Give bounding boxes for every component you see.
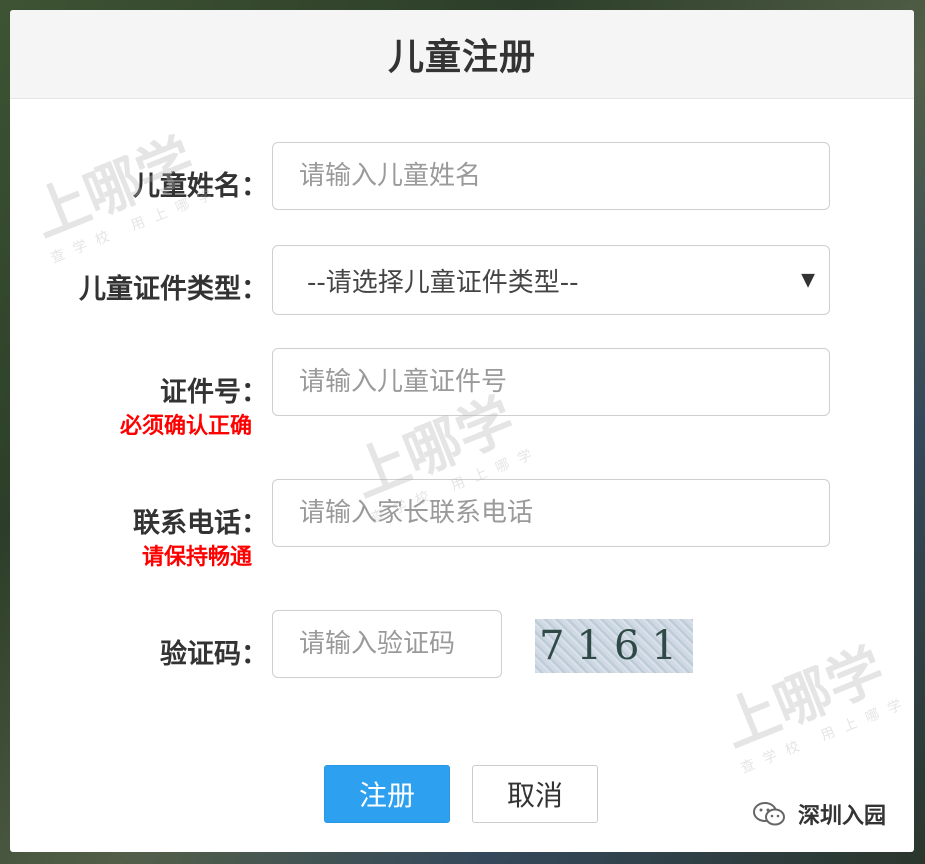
id-number-input[interactable] (272, 348, 830, 416)
chevron-down-icon: ▼ (801, 269, 815, 291)
footer-brand-text: 深圳入园 (797, 804, 886, 829)
watermark-bottom-right: 上哪学 查学校 用上哪学 (713, 636, 914, 777)
modal-header: 儿童注册 (10, 10, 914, 99)
id-type-label: 儿童证件类型： (79, 274, 268, 305)
captcha-input[interactable] (272, 610, 502, 678)
footer-brand: 深圳入园 (752, 798, 886, 830)
phone-label: 联系电话： (133, 508, 268, 539)
captcha-image[interactable]: 7161 (535, 619, 693, 673)
id-number-label: 证件号： (160, 377, 268, 408)
phone-hint: 请保持畅通 (141, 545, 252, 570)
register-button[interactable]: 注册 (324, 765, 450, 823)
cancel-button[interactable]: 取消 (472, 765, 598, 823)
child-name-input[interactable] (272, 142, 830, 210)
id-type-selected-value: --请选择儿童证件类型-- (307, 267, 579, 298)
child-name-label: 儿童姓名： (133, 171, 268, 202)
id-type-select[interactable]: --请选择儿童证件类型-- ▼ (272, 245, 830, 315)
captcha-label: 验证码： (160, 639, 268, 670)
register-modal: 儿童注册 儿童姓名： 儿童证件类型： --请选择儿童证件类型-- ▼ 证件号： … (10, 10, 914, 852)
modal-title: 儿童注册 (387, 37, 536, 78)
captcha-code: 7161 (539, 623, 689, 669)
id-number-hint: 必须确认正确 (119, 414, 252, 439)
phone-input[interactable] (272, 479, 830, 547)
wechat-icon (752, 802, 785, 826)
